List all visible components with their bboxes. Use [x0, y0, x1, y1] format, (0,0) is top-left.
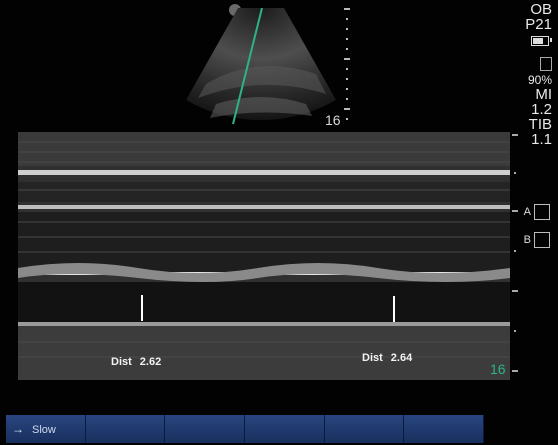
marker-b: B [524, 232, 550, 248]
measurement-2-label: Dist [362, 352, 383, 364]
caliper-2[interactable] [393, 296, 395, 322]
measurement-1-value: 2.62 [139, 356, 162, 368]
battery-icon [531, 36, 549, 46]
arrow-right-icon: → [12, 422, 24, 436]
softkey-6[interactable] [404, 415, 485, 443]
softkey-3[interactable] [165, 415, 246, 443]
mi-value: 1.2 [531, 101, 552, 118]
softkey-label: Slow [32, 424, 56, 436]
measurement-1-label: Dist [111, 356, 132, 368]
softkey-bar: → Slow [6, 415, 485, 443]
tib-value: 1.1 [531, 131, 552, 148]
probe-label: P21 [525, 16, 552, 33]
marker-a: A [524, 204, 550, 220]
measurement-2: Dist 2.64 [362, 352, 412, 364]
status-panel: OB P21 90% MI 1.2 TIB 1.1 [512, 2, 552, 147]
m-mode-depth-label: 16 [490, 361, 506, 377]
softkey-5[interactable] [324, 415, 405, 443]
marker-a-label: A [523, 205, 531, 218]
exam-mode: OB [530, 1, 552, 18]
mi-label: MI [535, 86, 552, 103]
printer-icon [534, 204, 550, 220]
sector-image [176, 4, 346, 128]
caliper-1[interactable] [141, 295, 143, 321]
m-mode-trace [18, 132, 510, 380]
sweep-icon [534, 232, 550, 248]
sector-depth-label: 16 [325, 112, 341, 128]
measurement-2-value: 2.64 [390, 352, 413, 364]
sector-depth-scale [344, 8, 350, 120]
storage-icon [540, 57, 552, 71]
marker-b-label: B [523, 233, 531, 246]
softkey-2[interactable] [85, 415, 166, 443]
m-mode-depth-scale [512, 134, 518, 372]
measurement-1: Dist 2.62 [111, 356, 161, 368]
softkey-4[interactable] [245, 415, 325, 443]
softkey-sweep-speed[interactable]: → Slow [6, 415, 86, 443]
ultrasound-screen: 16 OB P21 90% MI 1.2 TIB 1.1 A B Dist 2.… [0, 0, 558, 445]
tib-label: TIB [528, 116, 552, 133]
